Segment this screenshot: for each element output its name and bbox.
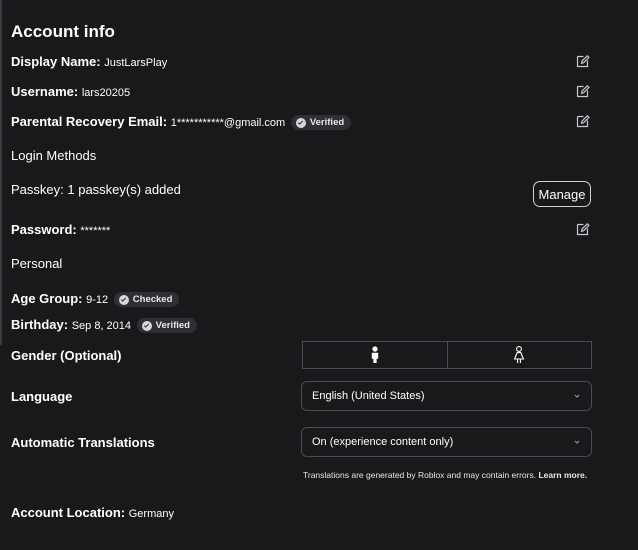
gender-option-female[interactable] (446, 342, 592, 368)
language-selected-value: English (United States) (312, 390, 425, 402)
display-name-value: JustLarsPlay (104, 57, 168, 69)
display-name-label: Display Name: (11, 54, 101, 69)
age-group-value: 9-12 (86, 294, 109, 306)
page-title: Account info (11, 22, 115, 41)
age-group-row: Age Group: 9-12 Checked (11, 291, 180, 308)
account-location-label: Account Location: (11, 505, 126, 520)
display-name-row: Display Name: JustLarsPlay (11, 54, 167, 69)
username-row: Username: lars20205 (11, 84, 130, 99)
passkey-row: Passkey: 1 passkey(s) added (11, 182, 181, 197)
edit-username-icon[interactable] (576, 84, 590, 98)
username-value: lars20205 (81, 87, 131, 99)
left-divider (0, 0, 2, 345)
parental-email-value: 1***********@gmail.com (170, 117, 286, 129)
birthday-value: Sep 8, 2014 (71, 320, 132, 332)
chevron-down-icon (574, 394, 580, 398)
language-select[interactable]: English (United States) (301, 381, 592, 411)
account-location-row: Account Location: Germany (11, 505, 174, 520)
check-icon (141, 320, 152, 331)
birthday-label: Birthday: (11, 317, 69, 332)
automatic-translations-label: Automatic Translations (11, 435, 155, 450)
manage-passkeys-button[interactable]: Manage (533, 181, 591, 207)
gender-selector (302, 341, 592, 369)
username-label: Username: (11, 84, 79, 99)
translations-select[interactable]: On (experience content only) (301, 427, 592, 457)
translations-selected-value: On (experience content only) (312, 436, 454, 448)
password-row: Password: ******* (11, 222, 110, 237)
age-checked-badge: Checked (113, 292, 180, 308)
check-icon (295, 117, 306, 128)
learn-more-link[interactable]: Learn more. (538, 470, 587, 480)
translations-note: Translations are generated by Roblox and… (303, 470, 588, 480)
language-label: Language (11, 389, 73, 404)
account-location-value: Germany (128, 508, 174, 520)
chevron-down-icon (574, 440, 580, 444)
edit-parental-email-icon[interactable] (576, 114, 590, 128)
passkey-value: 1 passkey(s) added (67, 182, 181, 197)
parental-email-row: Parental Recovery Email: 1***********@gm… (11, 114, 352, 131)
email-verified-badge: Verified (290, 115, 352, 131)
check-icon (118, 294, 129, 305)
edit-display-name-icon[interactable] (576, 54, 590, 68)
edit-password-icon[interactable] (576, 222, 590, 236)
passkey-label: Passkey: (11, 182, 64, 197)
password-label: Password: (11, 222, 77, 237)
personal-heading: Personal (11, 256, 63, 271)
login-methods-heading: Login Methods (11, 148, 97, 163)
gender-option-male[interactable] (303, 342, 447, 368)
female-icon (514, 346, 525, 363)
male-icon (371, 346, 378, 363)
password-value: ******* (80, 225, 111, 237)
birthday-row: Birthday: Sep 8, 2014 Verified (11, 317, 197, 334)
parental-email-label: Parental Recovery Email: (11, 114, 168, 129)
age-group-label: Age Group: (11, 291, 83, 306)
birthday-verified-badge: Verified (136, 318, 197, 334)
gender-label: Gender (Optional) (11, 348, 122, 363)
